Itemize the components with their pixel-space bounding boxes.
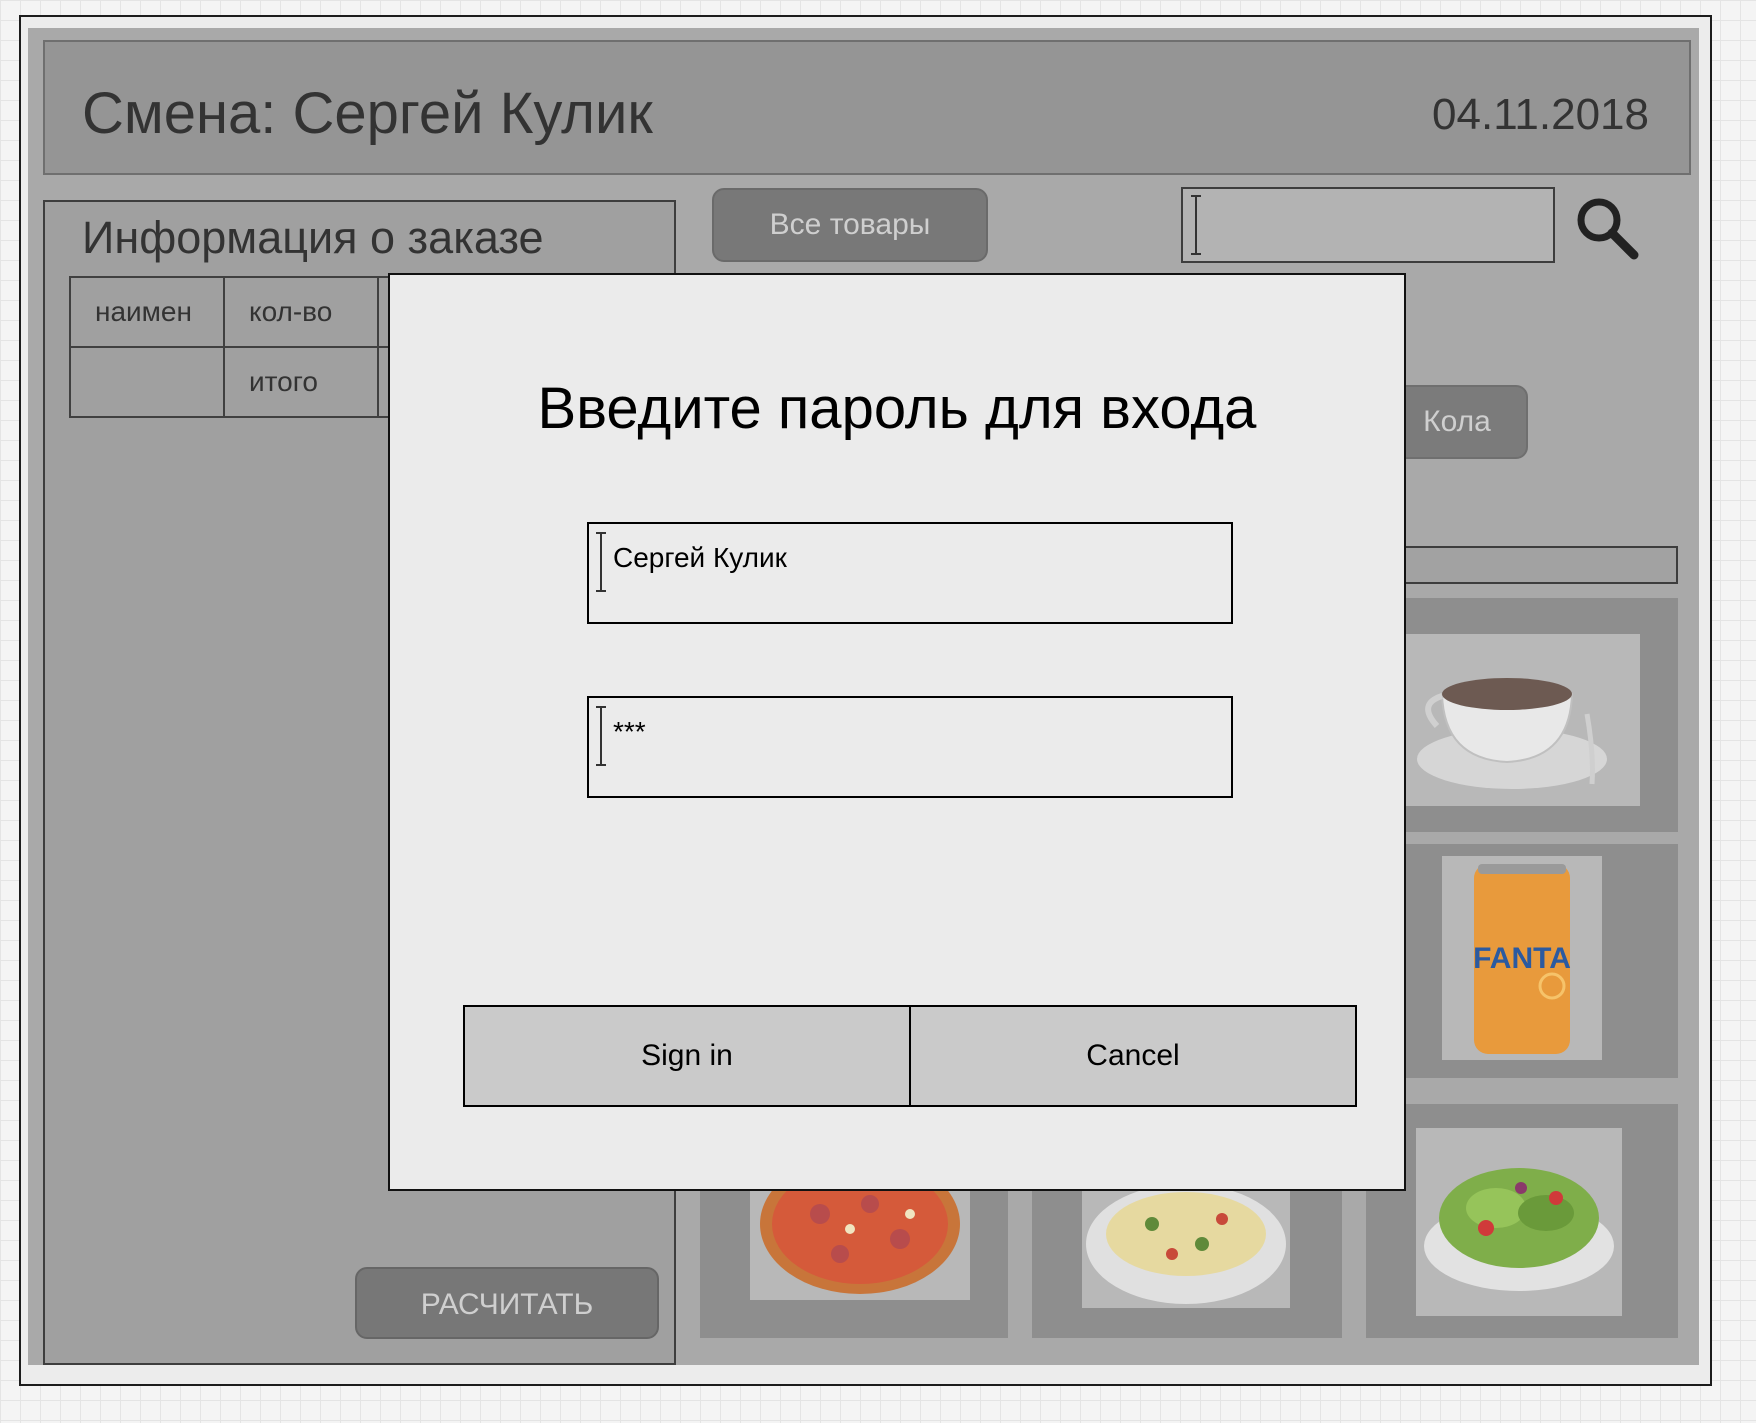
total-label: итого [223, 346, 379, 418]
username-value: Сергей Кулик [613, 542, 787, 573]
login-dialog: Введите пароль для входа Сергей Кулик **… [388, 273, 1406, 1191]
text-cursor-icon [596, 706, 606, 766]
category-cola-button[interactable]: Кола [1386, 385, 1528, 459]
salad-tile[interactable] [1366, 1104, 1678, 1338]
order-panel-title: Информация о заказе [82, 212, 544, 263]
text-cursor-icon [596, 532, 606, 592]
text-cursor-icon [1191, 195, 1201, 255]
cancel-button[interactable]: Cancel [909, 1005, 1357, 1107]
search-input[interactable] [1181, 187, 1555, 263]
column-header-qty: кол-во [223, 276, 379, 348]
sign-in-button[interactable]: Sign in [463, 1005, 911, 1107]
fanta-can-icon: FANTA [1442, 856, 1602, 1060]
svg-text:FANTA: FANTA [1473, 942, 1571, 975]
pizza-icon [750, 1184, 970, 1300]
pasta-icon [1082, 1184, 1290, 1308]
password-value: *** [613, 716, 646, 747]
coffee-cup-icon [1402, 634, 1640, 806]
coffee-tile[interactable] [1402, 598, 1678, 832]
search-icon[interactable] [1574, 195, 1640, 261]
salad-icon [1416, 1128, 1622, 1316]
password-field[interactable]: *** [587, 696, 1233, 798]
calculate-button[interactable]: РАСЧИТАТЬ [355, 1267, 659, 1339]
shift-title: Смена: Сергей Кулик [82, 81, 653, 146]
category-bar [1402, 546, 1678, 584]
fanta-tile[interactable]: FANTA [1402, 844, 1678, 1078]
shift-date: 04.11.2018 [1432, 90, 1649, 139]
shift-header: Смена: Сергей Кулик 04.11.2018 [43, 40, 1691, 175]
column-header-name: наимен [69, 276, 225, 348]
dialog-title: Введите пароль для входа [537, 376, 1257, 441]
table-cell [69, 346, 225, 418]
pasta-tile[interactable] [1032, 1184, 1342, 1338]
username-field[interactable]: Сергей Кулик [587, 522, 1233, 624]
all-products-button[interactable]: Все товары [712, 188, 988, 262]
pizza-tile[interactable] [700, 1184, 1008, 1338]
